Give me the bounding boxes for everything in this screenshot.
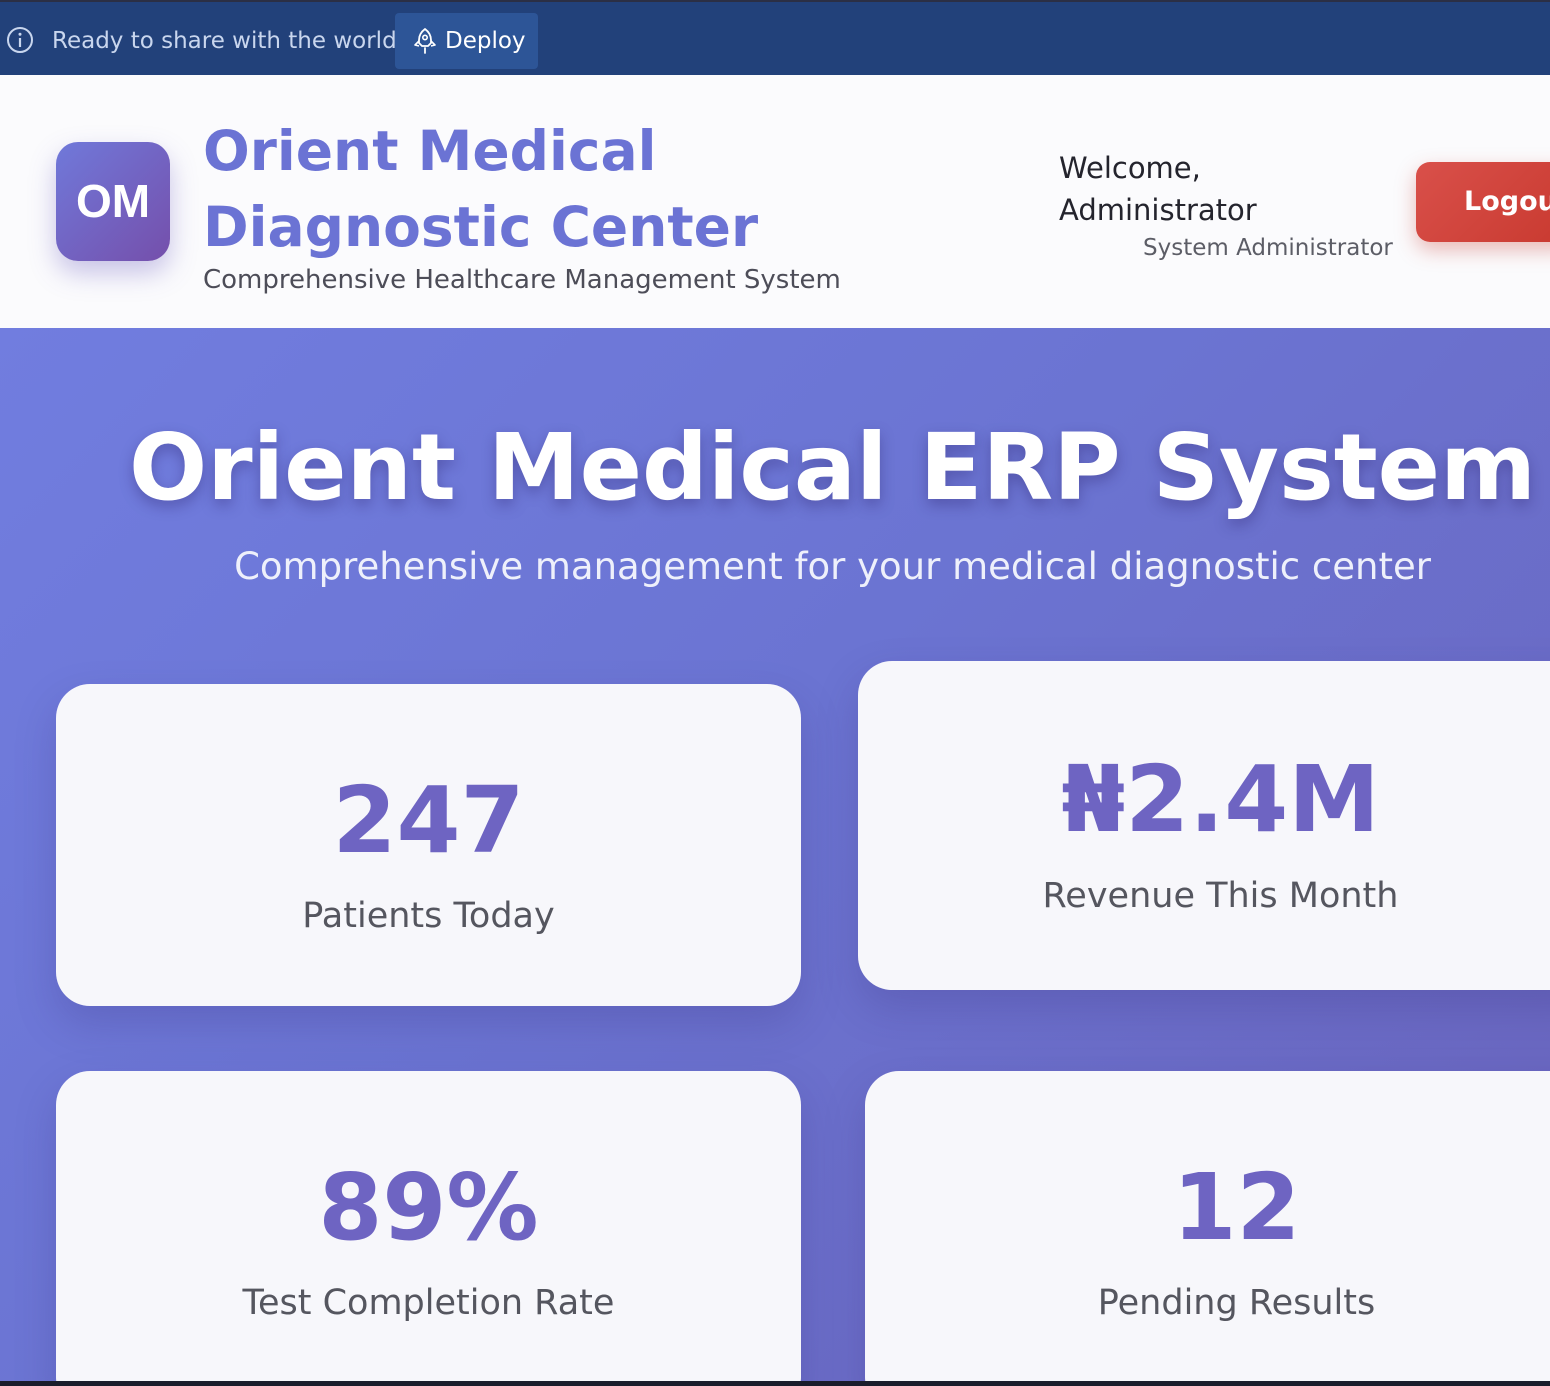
stat-value: 12: [1172, 1154, 1301, 1261]
brand-subtitle: Comprehensive Healthcare Management Syst…: [203, 265, 841, 295]
stat-label: Pending Results: [1097, 1283, 1376, 1323]
deploy-message: Ready to share with the world?: [52, 28, 409, 54]
hero-title: Orient Medical ERP System: [129, 414, 1536, 521]
stat-label: Revenue This Month: [1042, 876, 1399, 916]
stat-label: Patients Today: [302, 896, 555, 936]
app-header: OM Orient Medical Diagnostic Center Comp…: [0, 75, 1550, 328]
stat-card-pending-results: 12 Pending Results: [865, 1071, 1550, 1381]
stat-card-revenue: ₦2.4M Revenue This Month: [858, 661, 1550, 990]
welcome-message: Welcome, Administrator: [1059, 151, 1257, 227]
stat-card-patients-today: 247 Patients Today: [56, 684, 801, 1006]
hero-subtitle: Comprehensive management for your medica…: [234, 545, 1431, 588]
rocket-icon: [414, 28, 436, 54]
stat-label: Test Completion Rate: [242, 1283, 615, 1323]
logout-button[interactable]: Logout: [1416, 162, 1550, 242]
stat-card-test-completion: 89% Test Completion Rate: [56, 1071, 801, 1381]
deploy-button[interactable]: Deploy: [395, 13, 538, 69]
stat-value: ₦2.4M: [1061, 746, 1380, 853]
deploy-button-label: Deploy: [445, 28, 526, 54]
deploy-banner: Ready to share with the world? Deploy: [0, 0, 1550, 75]
stat-value: 89%: [318, 1154, 539, 1261]
stat-value: 247: [332, 767, 525, 874]
hero-section: Orient Medical ERP System Comprehensive …: [0, 328, 1550, 1381]
brand-logo: OM: [56, 142, 170, 261]
user-role: System Administrator: [1143, 235, 1393, 261]
brand-title: Orient Medical Diagnostic Center: [203, 119, 759, 259]
info-icon: [7, 27, 33, 53]
app-viewport: Ready to share with the world? Deploy OM…: [0, 0, 1550, 1381]
